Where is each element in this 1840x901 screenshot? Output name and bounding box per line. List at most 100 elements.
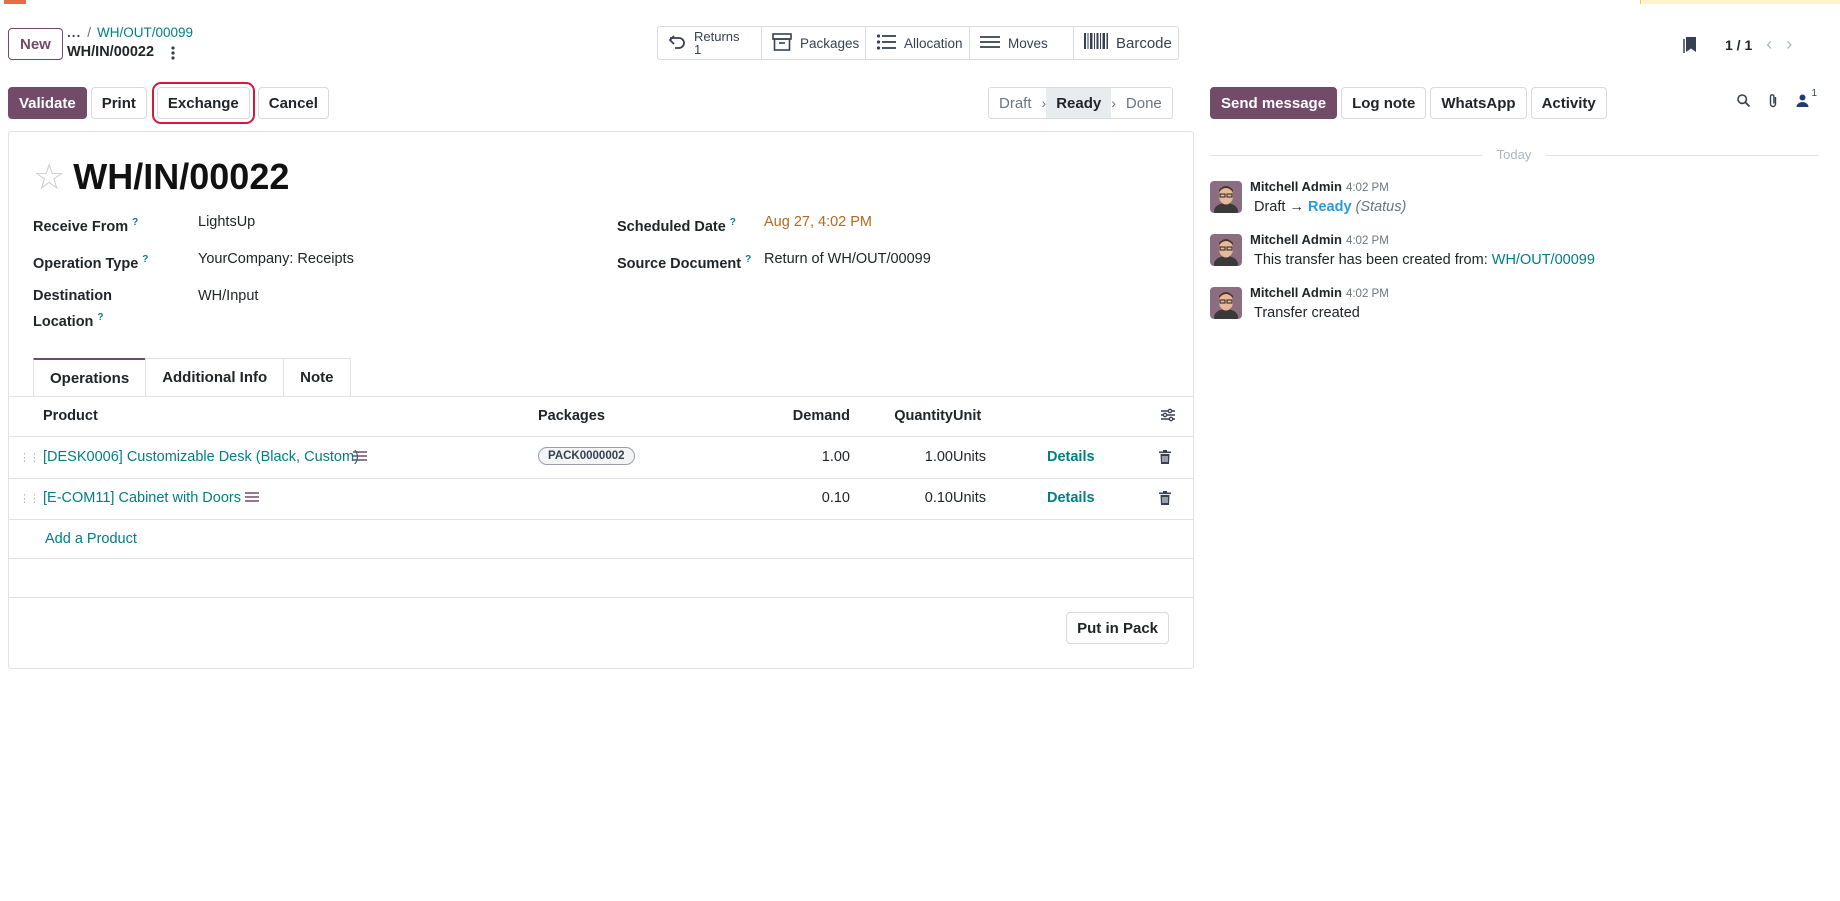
add-product-link[interactable]: Add a Product bbox=[45, 531, 137, 547]
moves-label: Moves bbox=[1008, 35, 1048, 51]
validate-button[interactable]: Validate bbox=[8, 87, 87, 119]
column-quantity[interactable]: Quantity bbox=[887, 408, 953, 424]
arrow-right-icon: → bbox=[1289, 199, 1304, 215]
optional-columns-icon[interactable] bbox=[1161, 408, 1175, 426]
exchange-button[interactable]: Exchange bbox=[151, 82, 255, 124]
follower-count: 1 bbox=[1811, 88, 1817, 99]
drag-handle-icon[interactable]: ⋮⋮ bbox=[19, 492, 40, 505]
barcode-smart-button[interactable]: Barcode bbox=[1074, 27, 1178, 59]
drag-handle-icon[interactable]: ⋮⋮ bbox=[19, 451, 40, 464]
avatar[interactable] bbox=[1210, 287, 1242, 319]
put-in-pack-button[interactable]: Put in Pack bbox=[1066, 612, 1169, 644]
message-time: 4:02 PM bbox=[1345, 182, 1389, 194]
package-badge[interactable]: PACK0000002 bbox=[538, 447, 635, 465]
tab-note[interactable]: Note bbox=[283, 358, 351, 396]
tab-operations[interactable]: Operations bbox=[33, 358, 147, 396]
log-note-button[interactable]: Log note bbox=[1341, 87, 1427, 119]
smart-buttons: Returns 1 Packages Allocation Moves Barco… bbox=[657, 26, 1179, 60]
pager-previous-icon[interactable]: ‹ bbox=[1766, 34, 1772, 55]
user-icon bbox=[1796, 94, 1809, 107]
bookmark-icon[interactable] bbox=[1683, 36, 1699, 54]
description-icon[interactable] bbox=[353, 450, 367, 466]
details-button[interactable]: Details bbox=[1047, 449, 1095, 465]
date-separator: Today bbox=[1210, 146, 1818, 164]
packages-smart-button[interactable]: Packages bbox=[762, 27, 866, 59]
column-demand[interactable]: Demand bbox=[788, 408, 850, 424]
help-icon[interactable]: ? bbox=[132, 217, 138, 228]
quantity-cell[interactable]: 0.10 bbox=[887, 490, 953, 506]
notebook-tabs: Operations Additional Info Note bbox=[33, 358, 351, 396]
cancel-button[interactable]: Cancel bbox=[257, 87, 329, 119]
app-logo bbox=[4, 0, 26, 4]
print-button[interactable]: Print bbox=[90, 87, 147, 119]
status-done[interactable]: Done bbox=[1116, 88, 1172, 118]
status-draft[interactable]: Draft bbox=[989, 88, 1042, 118]
table-row[interactable]: ⋮⋮ [E-COM11] Cabinet with Doors 0.10 0.1… bbox=[9, 479, 1193, 520]
activity-button[interactable]: Activity bbox=[1530, 87, 1607, 119]
breadcrumb-parent-link[interactable]: WH/OUT/00099 bbox=[97, 24, 193, 41]
paperclip-icon[interactable] bbox=[1768, 93, 1778, 111]
breadcrumb-separator: / bbox=[87, 25, 92, 40]
avatar[interactable] bbox=[1210, 234, 1242, 266]
product-cell[interactable]: [E-COM11] Cabinet with Doors bbox=[43, 490, 241, 506]
search-icon[interactable] bbox=[1737, 94, 1751, 110]
table-row[interactable]: ⋮⋮ [DESK0006] Customizable Desk (Black, … bbox=[9, 438, 1193, 479]
help-icon[interactable]: ? bbox=[730, 217, 736, 228]
whatsapp-button[interactable]: WhatsApp bbox=[1430, 87, 1527, 119]
allocation-smart-button[interactable]: Allocation bbox=[866, 27, 970, 59]
trash-icon[interactable] bbox=[1159, 450, 1171, 468]
bars-icon bbox=[980, 35, 1000, 52]
star-icon[interactable]: ☆ bbox=[33, 159, 65, 195]
help-icon[interactable]: ? bbox=[142, 254, 148, 265]
help-icon[interactable]: ? bbox=[745, 254, 751, 265]
message-author[interactable]: Mitchell Admin bbox=[1250, 232, 1342, 247]
moves-smart-button[interactable]: Moves bbox=[970, 27, 1074, 59]
new-button[interactable]: New bbox=[8, 28, 63, 60]
tab-additional-info[interactable]: Additional Info bbox=[145, 358, 285, 396]
quantity-cell[interactable]: 1.00 bbox=[887, 449, 953, 465]
demand-cell[interactable]: 0.10 bbox=[788, 490, 850, 506]
details-button[interactable]: Details bbox=[1047, 490, 1095, 506]
operation-type-value[interactable]: YourCompany: Receipts bbox=[198, 249, 354, 275]
trash-icon[interactable] bbox=[1159, 491, 1171, 509]
pager-value[interactable]: 1 / 1 bbox=[1725, 37, 1752, 53]
breadcrumb: ... / WH/OUT/00099 WH/IN/00022 bbox=[67, 24, 193, 61]
kebab-menu-icon[interactable] bbox=[166, 45, 180, 61]
destination-location-value[interactable]: WH/Input bbox=[198, 286, 258, 333]
form-sheet: ☆ WH/IN/00022 Receive From? LightsUp Ope… bbox=[8, 131, 1194, 669]
message-text: Transfer created bbox=[1254, 305, 1360, 321]
box-icon bbox=[772, 32, 792, 54]
product-cell[interactable]: [DESK0006] Customizable Desk (Black, Cus… bbox=[43, 449, 359, 465]
column-packages[interactable]: Packages bbox=[538, 408, 605, 424]
source-document-label: Source Document bbox=[617, 255, 742, 272]
status-ready[interactable]: Ready bbox=[1046, 88, 1112, 118]
followers-button[interactable]: 1 bbox=[1796, 88, 1817, 110]
send-message-button[interactable]: Send message bbox=[1210, 87, 1338, 119]
avatar[interactable] bbox=[1210, 181, 1242, 213]
message-author[interactable]: Mitchell Admin bbox=[1250, 179, 1342, 194]
receive-from-value[interactable]: LightsUp bbox=[198, 212, 255, 238]
returns-smart-button[interactable]: Returns 1 bbox=[658, 27, 762, 59]
tracking-new-value: Ready bbox=[1307, 199, 1352, 215]
message-link[interactable]: WH/OUT/00099 bbox=[1492, 252, 1595, 268]
source-document-field: Source Document? Return of WH/OUT/00099 bbox=[617, 249, 931, 275]
message-time: 4:02 PM bbox=[1345, 235, 1389, 247]
returns-count: 1 bbox=[694, 42, 702, 57]
help-icon[interactable]: ? bbox=[97, 312, 103, 323]
message-author[interactable]: Mitchell Admin bbox=[1250, 285, 1342, 300]
top-navbar-strip bbox=[0, 0, 1840, 4]
pager-next-icon[interactable]: › bbox=[1786, 34, 1792, 55]
barcode-label: Barcode bbox=[1116, 34, 1172, 52]
tracking-field-name: (Status) bbox=[1355, 199, 1407, 215]
barcode-icon bbox=[1084, 33, 1108, 53]
column-product[interactable]: Product bbox=[43, 408, 98, 424]
receive-from-label: Receive From bbox=[33, 218, 129, 235]
description-icon[interactable] bbox=[245, 491, 259, 507]
column-unit[interactable]: Unit bbox=[953, 408, 981, 424]
demand-cell[interactable]: 1.00 bbox=[788, 449, 850, 465]
breadcrumb-current: WH/IN/00022 bbox=[67, 44, 155, 60]
scheduled-date-value[interactable]: Aug 27, 4:02 PM bbox=[764, 212, 872, 238]
source-document-value[interactable]: Return of WH/OUT/00099 bbox=[764, 249, 931, 275]
unit-cell: Units bbox=[953, 449, 987, 465]
breadcrumb-ellipsis[interactable]: ... bbox=[67, 24, 81, 41]
